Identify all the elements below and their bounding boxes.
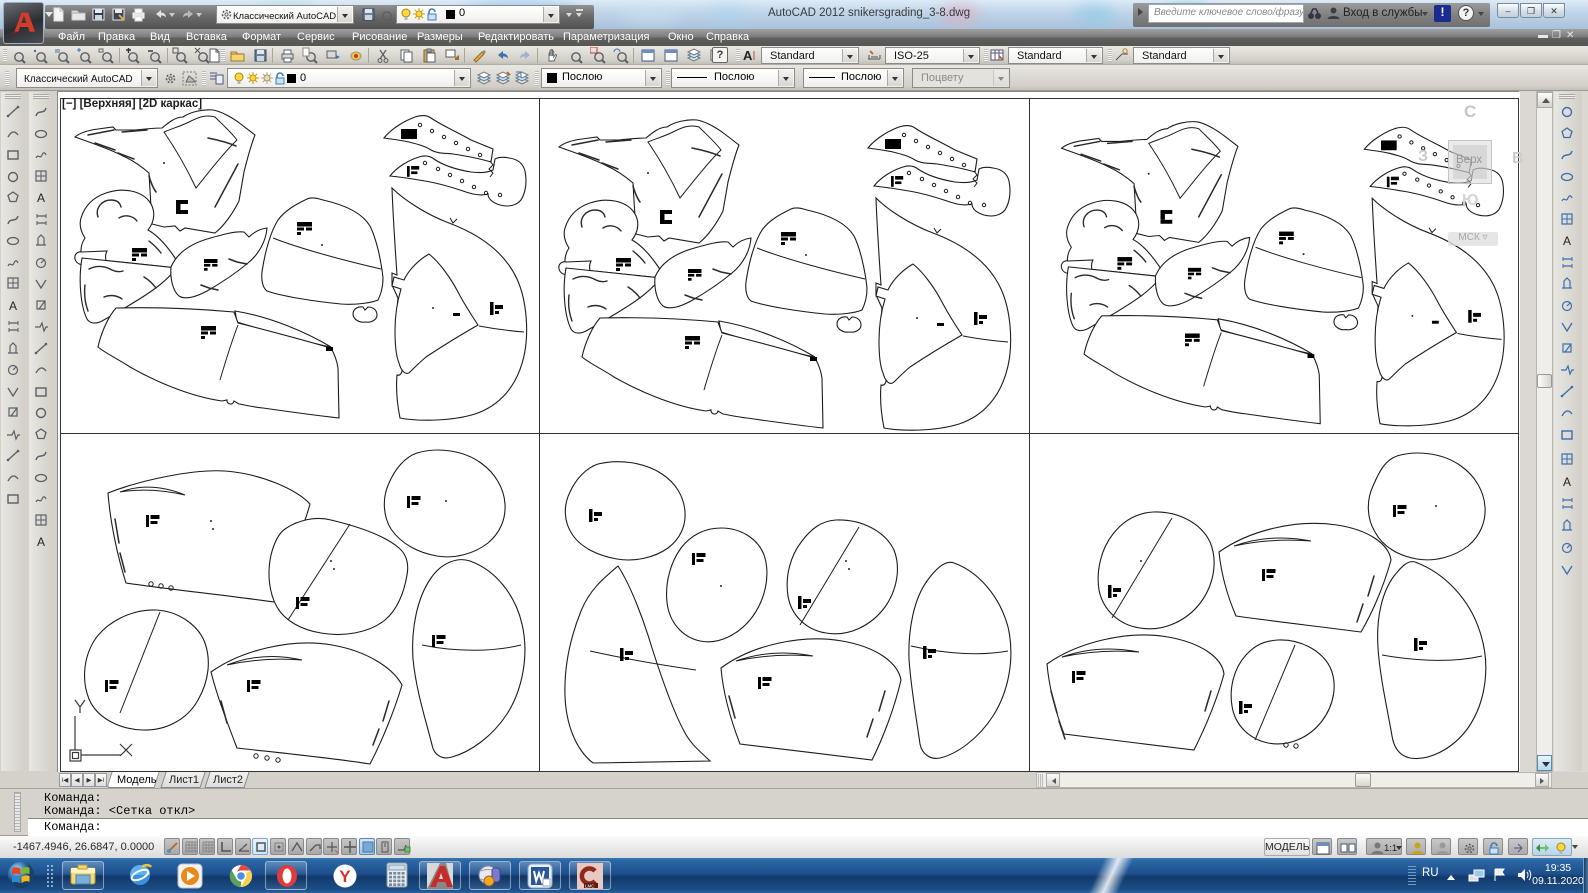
svg-text:A: A (37, 535, 45, 549)
svg-text:Y: Y (339, 867, 351, 886)
svg-text:A: A (1563, 234, 1571, 248)
svg-text:A: A (9, 299, 17, 313)
svg-text:A: A (743, 48, 753, 63)
svg-text:LMC: LMC (585, 884, 595, 889)
svg-text:A: A (37, 191, 45, 205)
svg-text:A: A (1563, 475, 1571, 489)
